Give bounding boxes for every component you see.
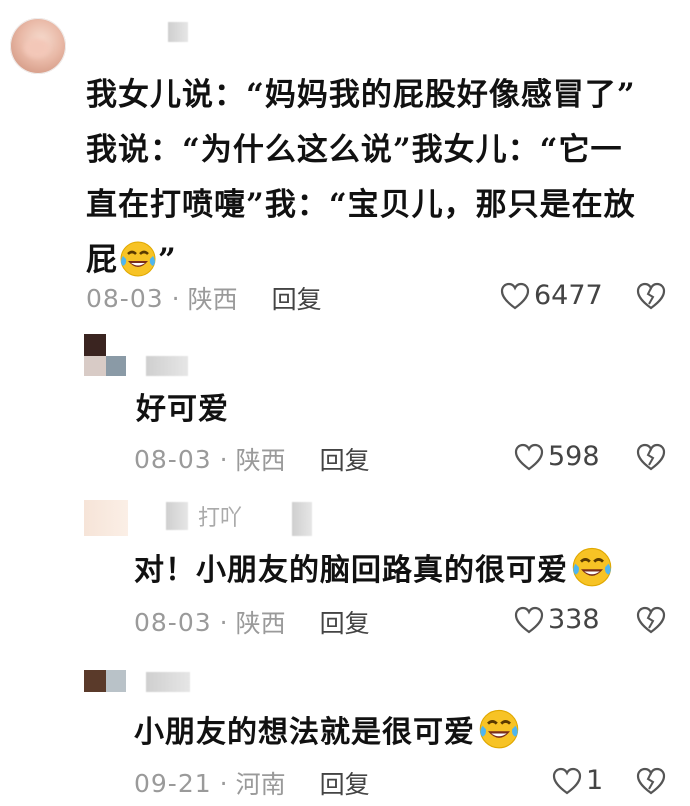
like-count: 338	[548, 604, 600, 635]
avatar[interactable]	[10, 18, 66, 74]
like-button[interactable]: 1	[552, 765, 603, 796]
avatar-pixel	[106, 356, 126, 376]
reply-button[interactable]: 回复	[320, 604, 370, 640]
like-count: 6477	[534, 280, 603, 311]
username-partial[interactable]: 打吖	[198, 500, 242, 532]
crying-laughing-emoji-icon	[572, 547, 612, 587]
username-blurred	[166, 502, 188, 530]
separator-dot: ·	[219, 768, 228, 798]
comment-line: 直在打喷嚏”我：“宝贝儿，那只是在放	[86, 187, 636, 223]
username-blurred[interactable]	[146, 356, 188, 376]
reply-date: 08-03	[134, 607, 212, 637]
comment-location: 陕西	[187, 285, 238, 314]
username-blurred[interactable]	[168, 22, 188, 42]
separator-dot: ·	[219, 607, 228, 637]
reply-location: 陕西	[235, 609, 286, 638]
like-button[interactable]: 338	[514, 604, 600, 635]
reply-button[interactable]: 回复	[320, 765, 370, 801]
separator-dot: ·	[219, 444, 228, 474]
broken-heart-icon[interactable]	[636, 443, 666, 471]
crying-laughing-emoji-icon	[479, 709, 519, 749]
separator-dot: ·	[171, 283, 180, 313]
comment-line-suffix: ”	[158, 242, 177, 278]
reply-text: 对！小朋友的脑回路真的很可爱	[134, 544, 616, 589]
reply-button[interactable]: 回复	[272, 280, 322, 316]
reply-meta: 08-03 · 陕西 回复	[134, 441, 370, 477]
heart-outline-icon	[500, 282, 530, 309]
reply-text-content: 对！小朋友的脑回路真的很可爱	[134, 553, 568, 588]
reply-button[interactable]: 回复	[320, 441, 370, 477]
comment-line: 我说：“为什么这么说”我女儿：“它一	[86, 132, 623, 168]
broken-heart-icon[interactable]	[636, 282, 666, 310]
comment-text: 我女儿说：“妈妈我的屁股好像感冒了” 我说：“为什么这么说”我女儿：“它一 直在…	[86, 68, 676, 288]
comment-line: 我女儿说：“妈妈我的屁股好像感冒了”	[86, 77, 636, 113]
comment-meta: 08-03 · 陕西 回复	[86, 280, 322, 316]
avatar[interactable]	[84, 500, 128, 536]
reply-date: 09-21	[134, 768, 212, 798]
avatar-pixel	[106, 670, 126, 692]
like-count: 1	[586, 765, 604, 796]
crying-laughing-emoji-icon	[120, 241, 156, 277]
reply-text-content: 小朋友的想法就是很可爱	[134, 715, 475, 750]
reply-text: 好可爱	[136, 392, 229, 427]
like-button[interactable]: 6477	[500, 280, 603, 311]
avatar-pixel	[84, 356, 106, 376]
reply-meta: 08-03 · 陕西 回复	[134, 604, 370, 640]
broken-heart-icon[interactable]	[636, 767, 666, 795]
reply-location: 陕西	[235, 446, 286, 475]
avatar[interactable]	[84, 670, 106, 692]
username-blurred[interactable]	[146, 672, 190, 692]
reply-text: 小朋友的想法就是很可爱	[134, 706, 523, 751]
avatar[interactable]	[84, 334, 106, 356]
username-blurred	[292, 502, 312, 536]
heart-outline-icon	[552, 767, 582, 794]
comment-date: 08-03	[86, 283, 164, 313]
broken-heart-icon[interactable]	[636, 606, 666, 634]
like-count: 598	[548, 441, 600, 472]
reply-meta: 09-21 · 河南 回复	[134, 765, 370, 801]
reply-location: 河南	[235, 770, 286, 799]
like-button[interactable]: 598	[514, 441, 600, 472]
comment-line-prefix: 屁	[86, 242, 118, 278]
reply-date: 08-03	[134, 444, 212, 474]
heart-outline-icon	[514, 443, 544, 470]
heart-outline-icon	[514, 606, 544, 633]
